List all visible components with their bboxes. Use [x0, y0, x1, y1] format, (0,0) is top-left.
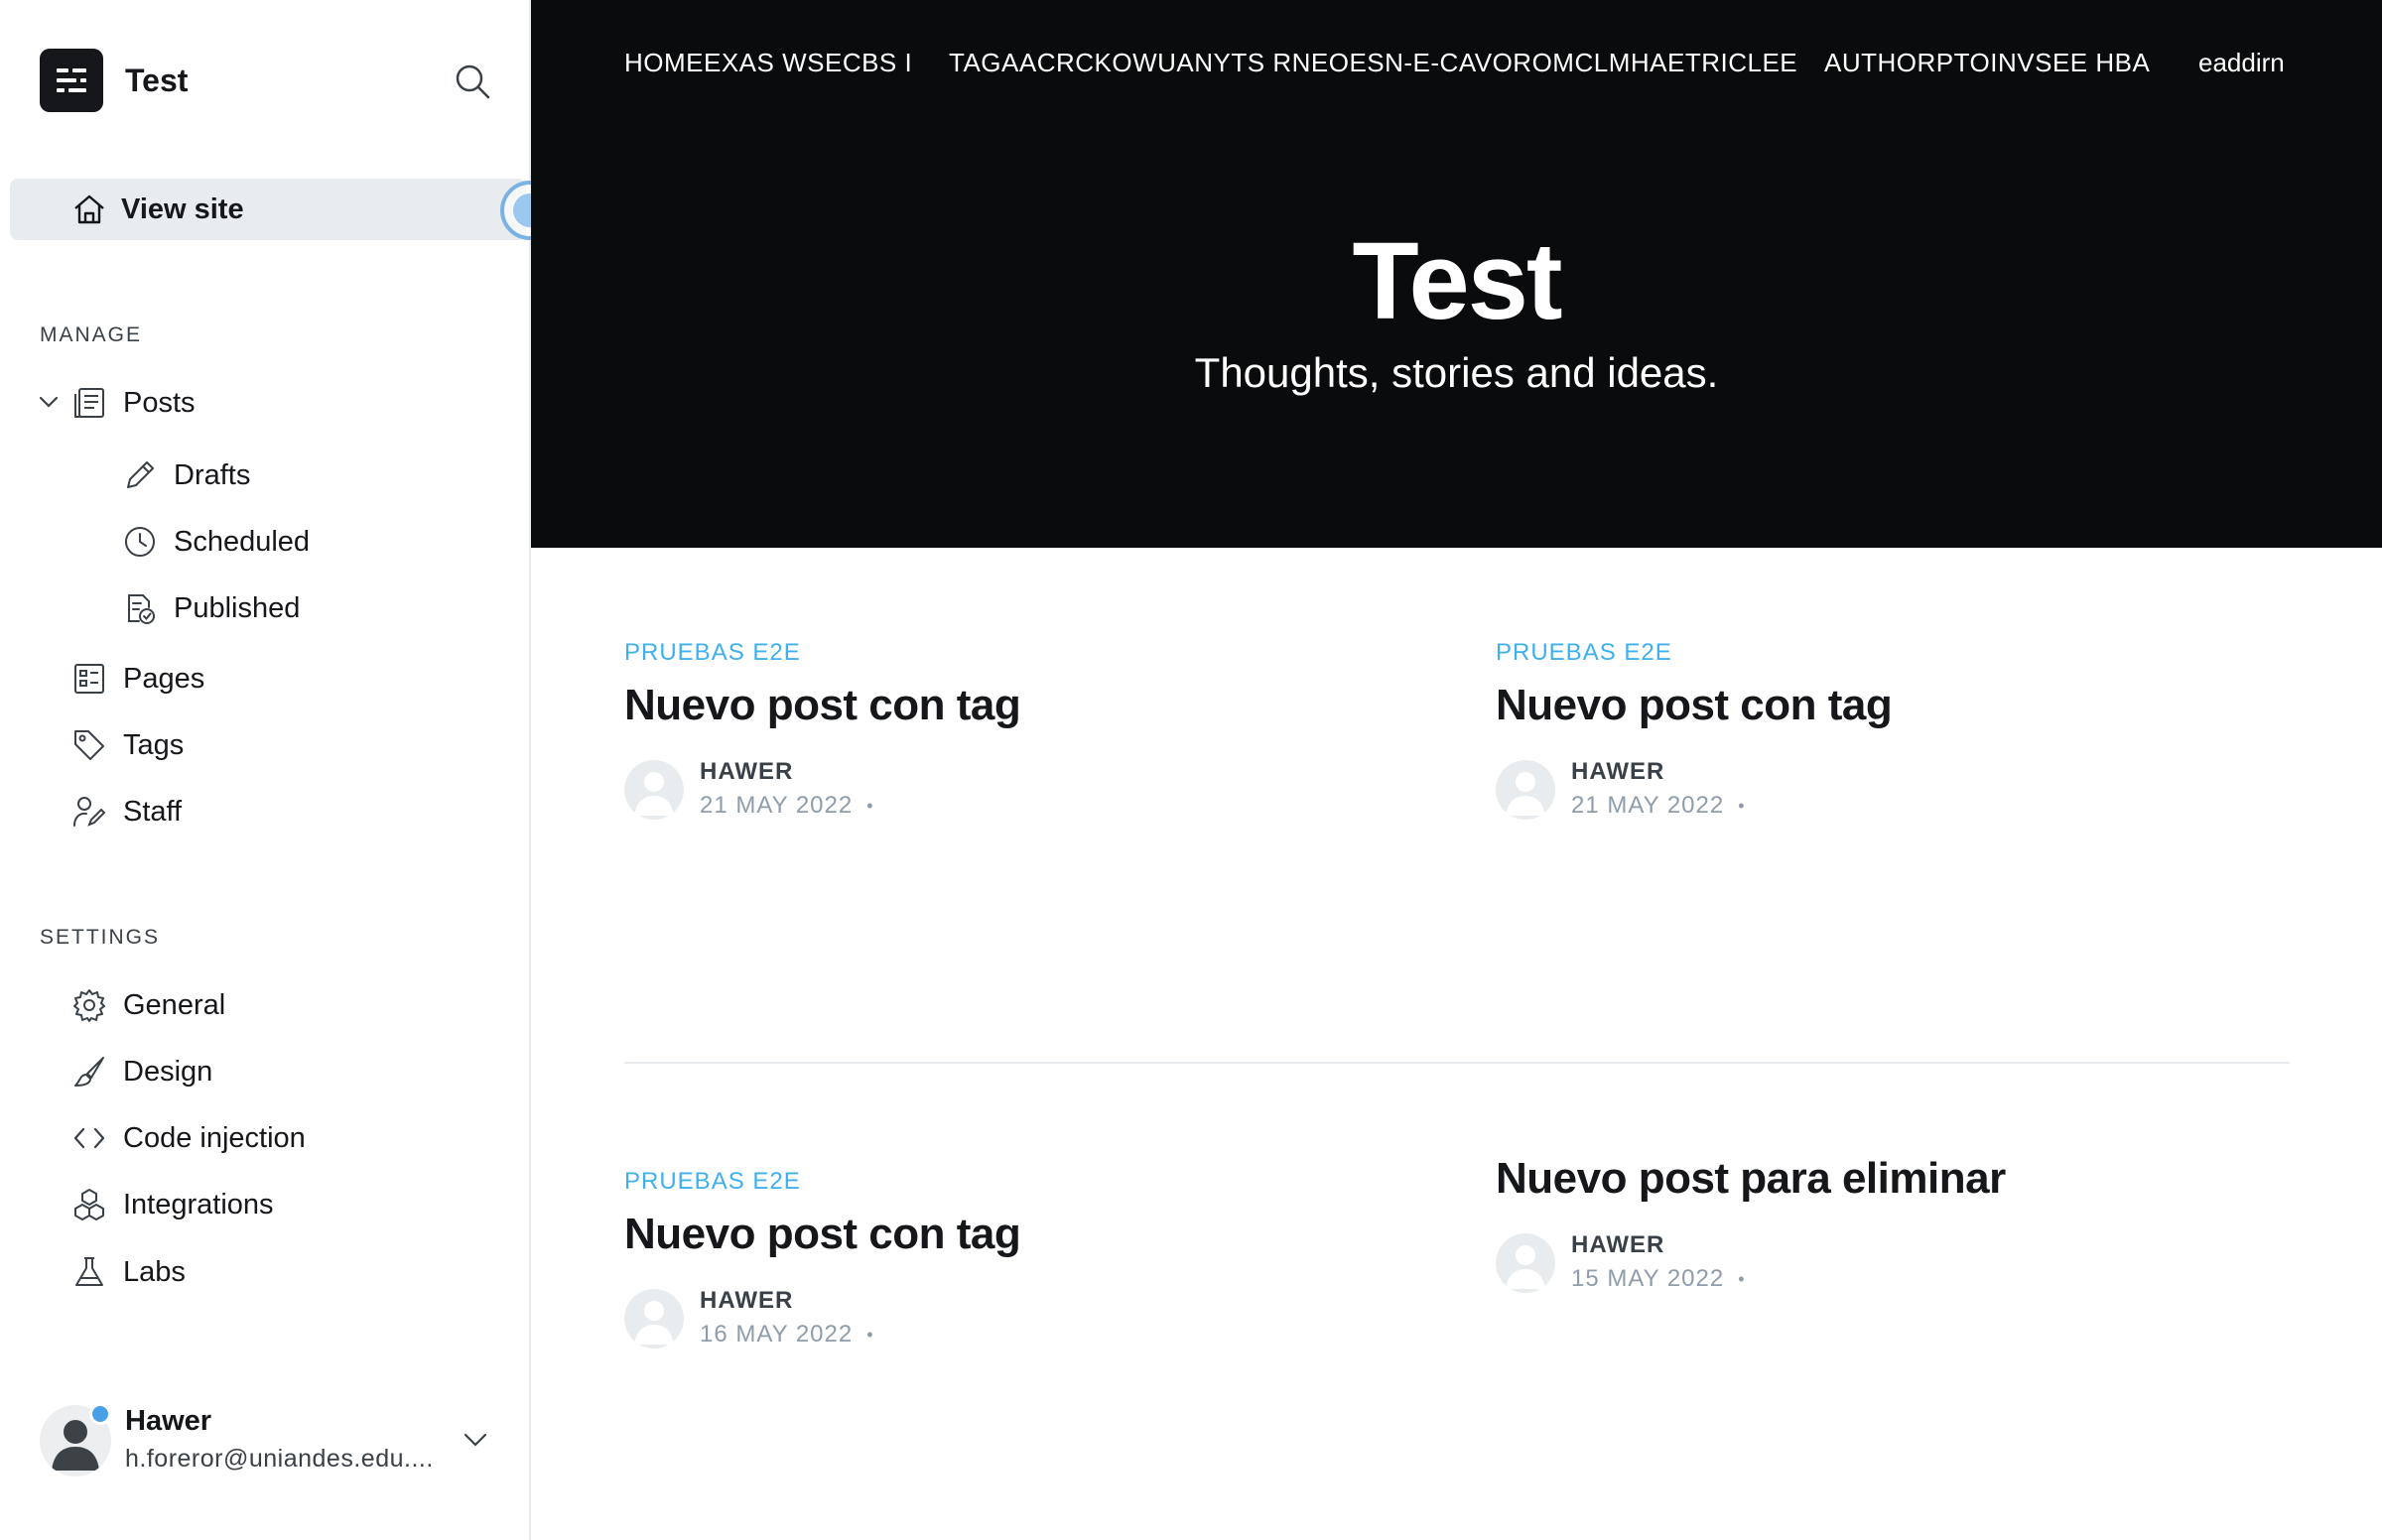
sidebar-item-label: Design	[123, 1055, 213, 1088]
chevron-down-icon[interactable]	[36, 389, 62, 415]
post-tag[interactable]: PRUEBAS E2E	[1496, 639, 2290, 667]
ghost-logo-icon	[40, 49, 103, 112]
sidebar-item-label: Code injection	[123, 1121, 306, 1154]
sidebar-item-general[interactable]: General	[71, 977, 225, 1033]
user-name: Hawer	[125, 1405, 212, 1437]
post-meta: HAWER 16 MAY 2022 •	[624, 1287, 1418, 1350]
tag-icon	[71, 727, 107, 763]
sidebar-item-posts[interactable]: Posts	[71, 375, 196, 431]
sidebar-item-label: Integrations	[123, 1188, 274, 1220]
post-title[interactable]: Nuevo post para eliminar	[1496, 1154, 2290, 1204]
status-indicator	[89, 1403, 111, 1425]
post-date: 21 MAY 2022 •	[700, 792, 874, 820]
search-icon[interactable]	[451, 60, 494, 103]
sidebar-item-code-injection[interactable]: Code injection	[71, 1110, 306, 1166]
bullet-icon: •	[866, 1325, 874, 1346]
view-site-label: View site	[121, 192, 244, 225]
sidebar-item-labs[interactable]: Labs	[71, 1244, 186, 1300]
sidebar-item-label: Drafts	[174, 458, 251, 491]
clock-icon	[122, 524, 158, 560]
post-date-text: 21 MAY 2022	[1571, 792, 1725, 819]
post-date: 16 MAY 2022 •	[700, 1321, 874, 1348]
sidebar-item-drafts[interactable]: Drafts	[122, 448, 250, 503]
view-site-link[interactable]: View site	[10, 179, 526, 240]
sidebar-item-published[interactable]: Published	[122, 580, 300, 636]
post-date: 21 MAY 2022 •	[1571, 792, 1746, 820]
post-date: 15 MAY 2022 •	[1571, 1265, 1746, 1293]
post-card[interactable]: PRUEBAS E2E Nuevo post con tag HAWER 21 …	[624, 639, 1418, 822]
sidebar-item-label: Tags	[123, 728, 185, 761]
post-title[interactable]: Nuevo post con tag	[624, 681, 1418, 730]
brand-title: Test	[125, 62, 189, 98]
sidebar-item-label: Pages	[123, 662, 205, 695]
site-nav: HOMEEXAS WSECBS I TAGAACRCKOWUANYTS RNEO…	[624, 48, 2173, 81]
post-tag[interactable]: PRUEBAS E2E	[624, 1168, 1418, 1196]
sidebar-item-label: Labs	[123, 1255, 186, 1288]
manage-section-title: MANAGE	[40, 323, 143, 346]
published-icon	[122, 590, 158, 626]
integrations-icon	[71, 1187, 107, 1222]
post-card[interactable]: Nuevo post para eliminar HAWER 15 MAY 20…	[1496, 1154, 2290, 1295]
chevron-down-icon[interactable]	[461, 1425, 490, 1455]
author-avatar[interactable]	[1496, 1233, 1555, 1293]
post-title[interactable]: Nuevo post con tag	[1496, 681, 2290, 730]
sidebar-item-scheduled[interactable]: Scheduled	[122, 514, 310, 570]
site-nav-link[interactable]: TAGAACRCKOWUANYTS RNEOESN-E-CAVOROMCLMHA…	[949, 48, 1797, 78]
brand[interactable]: Test	[40, 48, 188, 113]
post-date-text: 15 MAY 2022	[1571, 1265, 1725, 1292]
posts-icon	[71, 385, 107, 421]
code-icon	[71, 1120, 107, 1156]
sidebar-item-label: Posts	[123, 386, 196, 419]
post-meta: HAWER 15 MAY 2022 •	[1496, 1231, 2290, 1295]
bullet-icon: •	[1738, 796, 1746, 817]
pages-icon	[71, 661, 107, 697]
post-author[interactable]: HAWER	[1571, 1231, 1664, 1259]
post-card[interactable]: PRUEBAS E2E Nuevo post con tag HAWER 21 …	[1496, 639, 2290, 822]
post-date-text: 21 MAY 2022	[700, 792, 854, 819]
post-author[interactable]: HAWER	[700, 1287, 793, 1315]
site-nav-link[interactable]: HOMEEXAS WSECBS I	[624, 48, 912, 78]
post-author[interactable]: HAWER	[1571, 758, 1664, 786]
pencil-icon	[122, 457, 158, 493]
staff-icon	[71, 794, 107, 830]
site-title: Test	[1352, 220, 1562, 342]
site-description: Thoughts, stories and ideas.	[1194, 349, 1719, 396]
brush-icon	[71, 1054, 107, 1090]
post-meta: HAWER 21 MAY 2022 •	[624, 758, 1418, 822]
post-meta: HAWER 21 MAY 2022 •	[1496, 758, 2290, 822]
sidebar-item-staff[interactable]: Staff	[71, 784, 182, 839]
author-avatar[interactable]	[624, 1289, 684, 1348]
settings-section-title: SETTINGS	[40, 926, 161, 949]
sidebar-item-integrations[interactable]: Integrations	[71, 1177, 274, 1232]
admin-sidebar: Test View site MANAGE Posts Drafts Sched…	[0, 0, 531, 1540]
user-email: h.foreror@uniandes.edu....	[125, 1445, 434, 1473]
post-tag[interactable]: PRUEBAS E2E	[624, 639, 1418, 667]
posts-divider	[624, 1062, 2290, 1064]
site-header: HOMEEXAS WSECBS I TAGAACRCKOWUANYTS RNEO…	[531, 0, 2382, 548]
sidebar-item-design[interactable]: Design	[71, 1044, 212, 1099]
sidebar-item-label: Scheduled	[174, 525, 311, 558]
site-nav-link[interactable]: AUTHORPTOINVSEE HBA	[1824, 48, 2152, 78]
bullet-icon: •	[1738, 1269, 1746, 1290]
sidebar-item-pages[interactable]: Pages	[71, 651, 204, 706]
flask-icon	[71, 1254, 107, 1290]
sidebar-item-label: Published	[174, 591, 301, 624]
home-icon	[71, 192, 107, 227]
sidebar-item-label: General	[123, 988, 226, 1021]
sidebar-item-label: Staff	[123, 795, 183, 828]
post-date-text: 16 MAY 2022	[700, 1321, 854, 1348]
author-avatar[interactable]	[624, 760, 684, 820]
sidebar-item-tags[interactable]: Tags	[71, 717, 184, 773]
gear-icon	[71, 987, 107, 1023]
bullet-icon: •	[866, 796, 874, 817]
post-card[interactable]: PRUEBAS E2E Nuevo post con tag HAWER 16 …	[624, 1168, 1418, 1350]
user-menu[interactable]: Hawer h.foreror@uniandes.edu....	[40, 1403, 506, 1484]
author-avatar[interactable]	[1496, 760, 1555, 820]
site-nav-link[interactable]: eaddirn	[2198, 48, 2285, 78]
post-author[interactable]: HAWER	[700, 758, 793, 786]
post-title[interactable]: Nuevo post con tag	[624, 1210, 1418, 1259]
